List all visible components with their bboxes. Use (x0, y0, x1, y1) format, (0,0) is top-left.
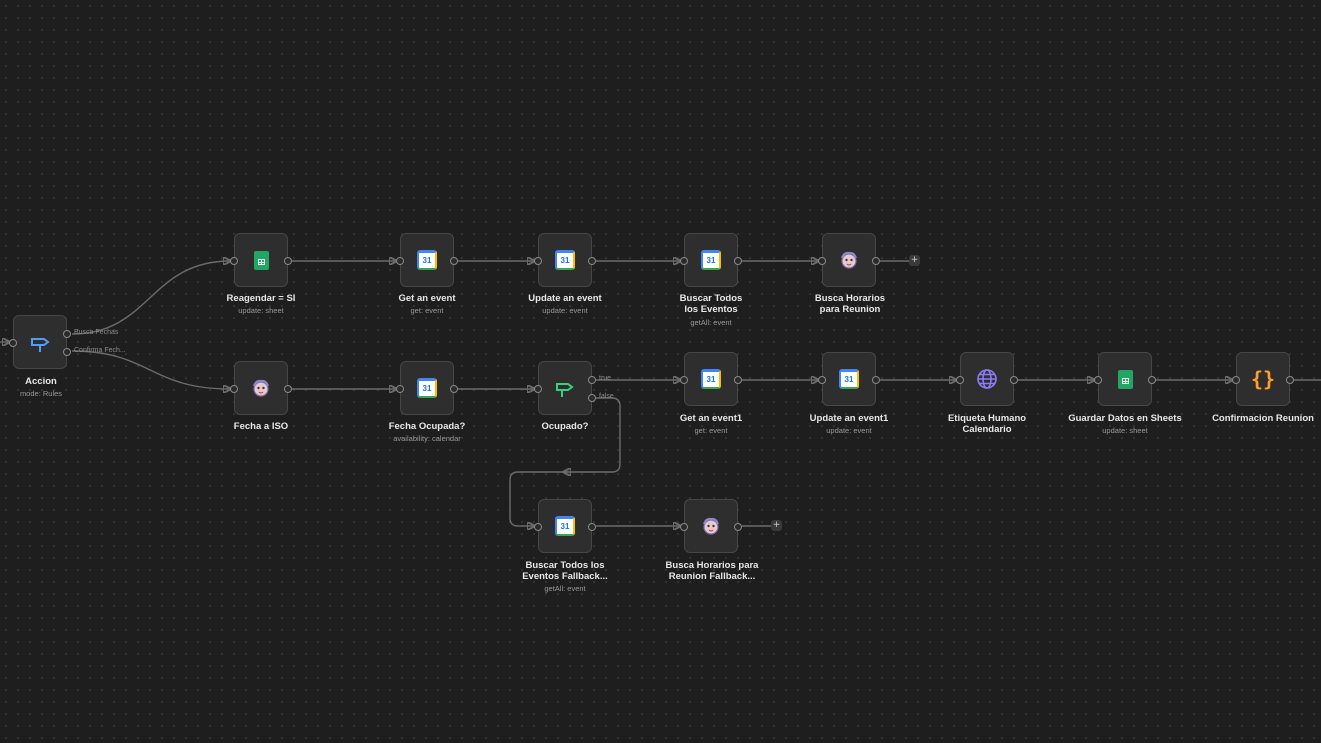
if-icon (552, 375, 578, 401)
output-port[interactable] (872, 257, 880, 265)
ai-agent-icon (248, 375, 274, 401)
branch-label-confirma-fechas: Confirma Fech... (74, 347, 126, 354)
node-subtitle: mode: Rules (19, 389, 63, 398)
node-label: Buscar Todos los Eventos Fallback... (522, 560, 608, 582)
node-get-event1[interactable]: 31 (680, 352, 742, 406)
node-label: Get an event1 (679, 413, 743, 424)
node-etiqueta[interactable] (956, 352, 1018, 406)
node-label: Busca Horarios para Reunion (814, 293, 886, 315)
node-subtitle: update: sheet (238, 306, 284, 315)
node-label: Ocupado? (541, 421, 589, 432)
node-label: Get an event (398, 293, 456, 304)
node-reagendar[interactable] (230, 233, 292, 287)
input-port[interactable] (396, 257, 404, 265)
node-update-event[interactable]: 31 (534, 233, 596, 287)
node-label: Fecha a ISO (233, 421, 289, 432)
output-port-false[interactable] (588, 394, 596, 402)
node-label: Reagendar = SI (226, 293, 296, 304)
input-port[interactable] (230, 385, 238, 393)
output-port-busca-fechas[interactable] (63, 330, 71, 338)
output-port[interactable] (284, 385, 292, 393)
google-calendar-icon: 31 (552, 247, 578, 273)
node-ocupado[interactable] (534, 361, 596, 415)
output-port[interactable] (1010, 376, 1018, 384)
node-label: Fecha Ocupada? (388, 421, 466, 432)
node-label: Accion (25, 376, 57, 387)
node-guardar-sheets[interactable] (1094, 352, 1156, 406)
node-subtitle: update: sheet (1102, 426, 1148, 435)
input-port[interactable] (1094, 376, 1102, 384)
output-port[interactable] (450, 257, 458, 265)
google-calendar-icon: 31 (698, 247, 724, 273)
input-port[interactable] (680, 376, 688, 384)
node-subtitle: get: event (694, 426, 728, 435)
google-calendar-icon: 31 (552, 513, 578, 539)
output-port[interactable] (734, 257, 742, 265)
branch-label-false: false (599, 393, 614, 400)
output-port[interactable] (450, 385, 458, 393)
output-port[interactable] (1286, 376, 1294, 384)
node-fecha-iso[interactable] (230, 361, 292, 415)
input-port[interactable] (1232, 376, 1240, 384)
node-subtitle: getAll: event (690, 318, 732, 327)
add-node-button[interactable]: + (771, 520, 782, 531)
node-subtitle: availability: calendar (393, 434, 461, 443)
add-node-button[interactable]: + (909, 255, 920, 266)
switch-icon (27, 329, 53, 355)
output-port-confirma-fechas[interactable] (63, 348, 71, 356)
node-accion[interactable] (9, 315, 71, 369)
node-update-event1[interactable]: 31 (818, 352, 880, 406)
ai-agent-icon (698, 513, 724, 539)
code-braces-icon: {} (1250, 367, 1276, 391)
input-port[interactable] (396, 385, 404, 393)
node-buscar-fallback[interactable]: 31 (534, 499, 596, 553)
node-buscar-todos[interactable]: 31 (680, 233, 742, 287)
node-subtitle: update: event (826, 426, 872, 435)
google-sheets-icon (1112, 366, 1138, 392)
output-port[interactable] (588, 523, 596, 531)
output-port[interactable] (734, 376, 742, 384)
node-label: Update an event (528, 293, 602, 304)
google-calendar-icon: 31 (698, 366, 724, 392)
node-confirmacion[interactable]: {} (1232, 352, 1294, 406)
input-port[interactable] (9, 339, 17, 347)
input-port[interactable] (534, 257, 542, 265)
node-subtitle: update: event (542, 306, 588, 315)
globe-icon (974, 366, 1000, 392)
node-busca-horarios[interactable] (818, 233, 880, 287)
input-port[interactable] (534, 385, 542, 393)
node-subtitle: getAll: event (544, 584, 586, 593)
output-port[interactable] (734, 523, 742, 531)
google-sheets-icon (248, 247, 274, 273)
output-port[interactable] (588, 257, 596, 265)
node-label: Buscar Todos los Eventos (679, 293, 743, 315)
node-label: Confirmacion Reunion (1212, 413, 1314, 424)
node-label: Busca Horarios para Reunion Fallback... (665, 560, 759, 582)
node-fecha-ocupada[interactable]: 31 (396, 361, 458, 415)
node-label: Etiqueta Humano Calendario (947, 413, 1027, 435)
input-port[interactable] (534, 523, 542, 531)
output-port[interactable] (284, 257, 292, 265)
input-port[interactable] (818, 376, 826, 384)
branch-label-true: true (599, 375, 612, 382)
node-label: Guardar Datos en Sheets (1068, 413, 1182, 424)
output-port-true[interactable] (588, 376, 596, 384)
output-port[interactable] (872, 376, 880, 384)
google-calendar-icon: 31 (836, 366, 862, 392)
input-port[interactable] (956, 376, 964, 384)
branch-label-busca-fechas: Busca Fechas (74, 329, 119, 336)
node-subtitle: get: event (410, 306, 444, 315)
input-port[interactable] (230, 257, 238, 265)
ai-agent-icon (836, 247, 862, 273)
input-port[interactable] (680, 257, 688, 265)
output-port[interactable] (1148, 376, 1156, 384)
google-calendar-icon: 31 (414, 375, 440, 401)
input-port[interactable] (680, 523, 688, 531)
node-busca-fallback[interactable] (680, 499, 742, 553)
node-get-event[interactable]: 31 (396, 233, 458, 287)
google-calendar-icon: 31 (414, 247, 440, 273)
node-label: Update an event1 (809, 413, 889, 424)
input-port[interactable] (818, 257, 826, 265)
